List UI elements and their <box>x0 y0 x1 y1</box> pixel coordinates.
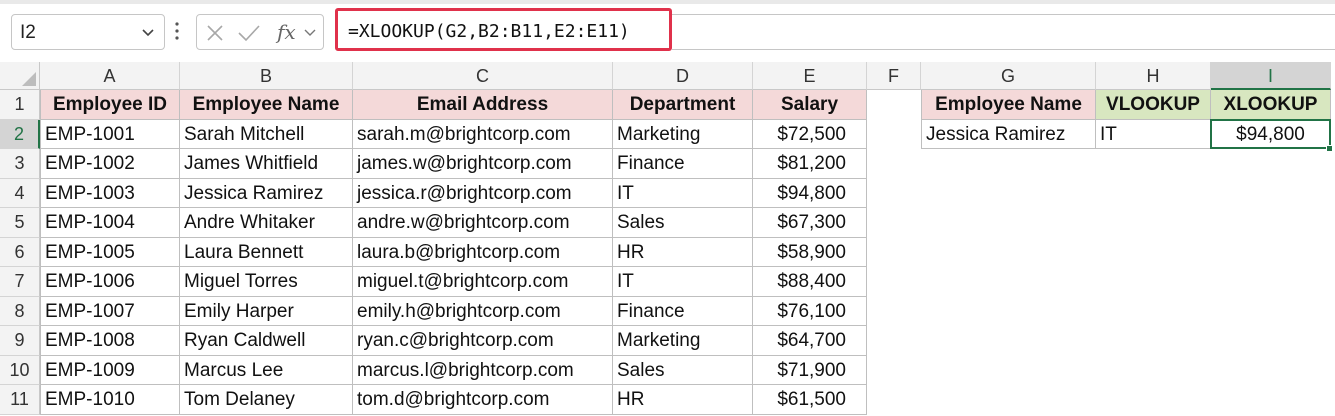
row-header-10[interactable]: 10 <box>0 355 40 385</box>
table-cell[interactable]: Marcus Lee <box>180 355 353 385</box>
row-header-3[interactable]: 3 <box>0 149 40 179</box>
table-cell[interactable]: tom.d@brightcorp.com <box>353 385 613 415</box>
active-cell-outline <box>1210 118 1331 149</box>
table-cell[interactable]: IT <box>613 267 753 297</box>
table-cell[interactable]: James Whitfield <box>180 149 353 179</box>
table-cell[interactable]: EMP-1008 <box>40 326 180 356</box>
table-header-d[interactable]: Department <box>613 90 753 120</box>
row-header-8[interactable]: 8 <box>0 296 40 326</box>
row-header-6[interactable]: 6 <box>0 237 40 267</box>
table-cell[interactable]: ryan.c@brightcorp.com <box>353 326 613 356</box>
enter-check-icon[interactable] <box>237 23 261 43</box>
column-header-c[interactable]: C <box>353 62 613 90</box>
table-cell[interactable]: james.w@brightcorp.com <box>353 149 613 179</box>
table-header-a[interactable]: Employee ID <box>40 90 180 120</box>
formula-input-extension[interactable] <box>672 14 1335 50</box>
column-header-a[interactable]: A <box>40 62 180 90</box>
table-cell[interactable]: Miguel Torres <box>180 267 353 297</box>
column-header-i[interactable]: I <box>1211 62 1331 90</box>
table-cell[interactable]: $81,200 <box>753 149 867 179</box>
table-cell[interactable]: Andre Whitaker <box>180 208 353 238</box>
table-cell[interactable]: Marketing <box>613 326 753 356</box>
more-options-icon[interactable] <box>174 20 180 42</box>
table-cell[interactable]: Emily Harper <box>180 296 353 326</box>
lookup-header-g[interactable]: Employee Name <box>921 90 1096 120</box>
table-cell[interactable]: Tom Delaney <box>180 385 353 415</box>
table-cell[interactable]: EMP-1003 <box>40 178 180 208</box>
row-header-1[interactable]: 1 <box>0 90 40 120</box>
insert-function-icon[interactable]: fx <box>277 20 296 44</box>
table-cell[interactable]: laura.b@brightcorp.com <box>353 237 613 267</box>
row-header-11[interactable]: 11 <box>0 385 40 415</box>
table-cell[interactable]: $64,700 <box>753 326 867 356</box>
column-header-b[interactable]: B <box>180 62 353 90</box>
chevron-down-icon[interactable] <box>303 27 317 39</box>
select-all-icon <box>22 72 36 86</box>
table-cell[interactable]: EMP-1002 <box>40 149 180 179</box>
table-cell[interactable]: marcus.l@brightcorp.com <box>353 355 613 385</box>
lookup-header-i[interactable]: XLOOKUP <box>1211 90 1331 120</box>
table-header-b[interactable]: Employee Name <box>180 90 353 120</box>
row-header-5[interactable]: 5 <box>0 208 40 238</box>
row-header-2[interactable]: 2 <box>0 119 40 149</box>
table-cell[interactable]: Laura Bennett <box>180 237 353 267</box>
column-header-g[interactable]: G <box>921 62 1096 90</box>
formula-tools: fx <box>196 14 324 50</box>
row-header-7[interactable]: 7 <box>0 267 40 297</box>
table-cell[interactable]: emily.h@brightcorp.com <box>353 296 613 326</box>
formula-input[interactable]: =XLOOKUP(G2,B2:B11,E2:E11) <box>335 8 672 51</box>
table-cell[interactable]: miguel.t@brightcorp.com <box>353 267 613 297</box>
table-cell[interactable]: Finance <box>613 149 753 179</box>
table-cell[interactable]: EMP-1007 <box>40 296 180 326</box>
table-cell[interactable]: EMP-1010 <box>40 385 180 415</box>
lookup-cell-g[interactable]: Jessica Ramirez <box>921 119 1096 149</box>
table-cell[interactable]: Sales <box>613 355 753 385</box>
table-cell[interactable]: $71,900 <box>753 355 867 385</box>
fill-handle[interactable] <box>1326 145 1333 152</box>
ribbon-edge <box>0 0 1335 4</box>
column-header-e[interactable]: E <box>753 62 867 90</box>
table-cell[interactable]: Jessica Ramirez <box>180 178 353 208</box>
table-cell[interactable]: EMP-1009 <box>40 355 180 385</box>
row-header-9[interactable]: 9 <box>0 326 40 356</box>
table-cell[interactable]: jessica.r@brightcorp.com <box>353 178 613 208</box>
table-cell[interactable]: sarah.m@brightcorp.com <box>353 119 613 149</box>
column-header-h[interactable]: H <box>1096 62 1211 90</box>
table-cell[interactable]: Sarah Mitchell <box>180 119 353 149</box>
table-cell[interactable]: Finance <box>613 296 753 326</box>
formula-bar: I2 fx =XLOOKUP(G2,B2:B11,E2:E11) <box>0 0 1335 62</box>
table-cell[interactable]: $58,900 <box>753 237 867 267</box>
name-box[interactable]: I2 <box>11 14 165 50</box>
table-cell[interactable]: EMP-1005 <box>40 237 180 267</box>
select-all-corner[interactable] <box>0 62 40 90</box>
chevron-down-icon[interactable] <box>140 24 156 40</box>
table-cell[interactable]: Marketing <box>613 119 753 149</box>
row-header-4[interactable]: 4 <box>0 178 40 208</box>
lookup-header-h[interactable]: VLOOKUP <box>1096 90 1211 120</box>
table-cell[interactable]: $88,400 <box>753 267 867 297</box>
lookup-cell-h[interactable]: IT <box>1096 119 1211 149</box>
formula-text: =XLOOKUP(G2,B2:B11,E2:E11) <box>348 21 630 42</box>
name-box-value: I2 <box>20 22 36 43</box>
column-header-d[interactable]: D <box>613 62 753 90</box>
table-header-e[interactable]: Salary <box>753 90 867 120</box>
table-cell[interactable]: IT <box>613 178 753 208</box>
table-cell[interactable]: EMP-1004 <box>40 208 180 238</box>
table-cell[interactable]: andre.w@brightcorp.com <box>353 208 613 238</box>
table-cell[interactable]: HR <box>613 385 753 415</box>
table-cell[interactable]: $61,500 <box>753 385 867 415</box>
table-header-c[interactable]: Email Address <box>353 90 613 120</box>
column-header-f[interactable]: F <box>867 62 921 90</box>
table-cell[interactable]: $76,100 <box>753 296 867 326</box>
table-cell[interactable]: EMP-1001 <box>40 119 180 149</box>
table-cell[interactable]: $67,300 <box>753 208 867 238</box>
table-cell[interactable]: EMP-1006 <box>40 267 180 297</box>
table-cell[interactable]: Ryan Caldwell <box>180 326 353 356</box>
table-cell[interactable]: $94,800 <box>753 178 867 208</box>
table-cell[interactable]: HR <box>613 237 753 267</box>
table-cell[interactable]: $72,500 <box>753 119 867 149</box>
table-cell[interactable]: Sales <box>613 208 753 238</box>
cancel-icon[interactable] <box>205 23 225 43</box>
